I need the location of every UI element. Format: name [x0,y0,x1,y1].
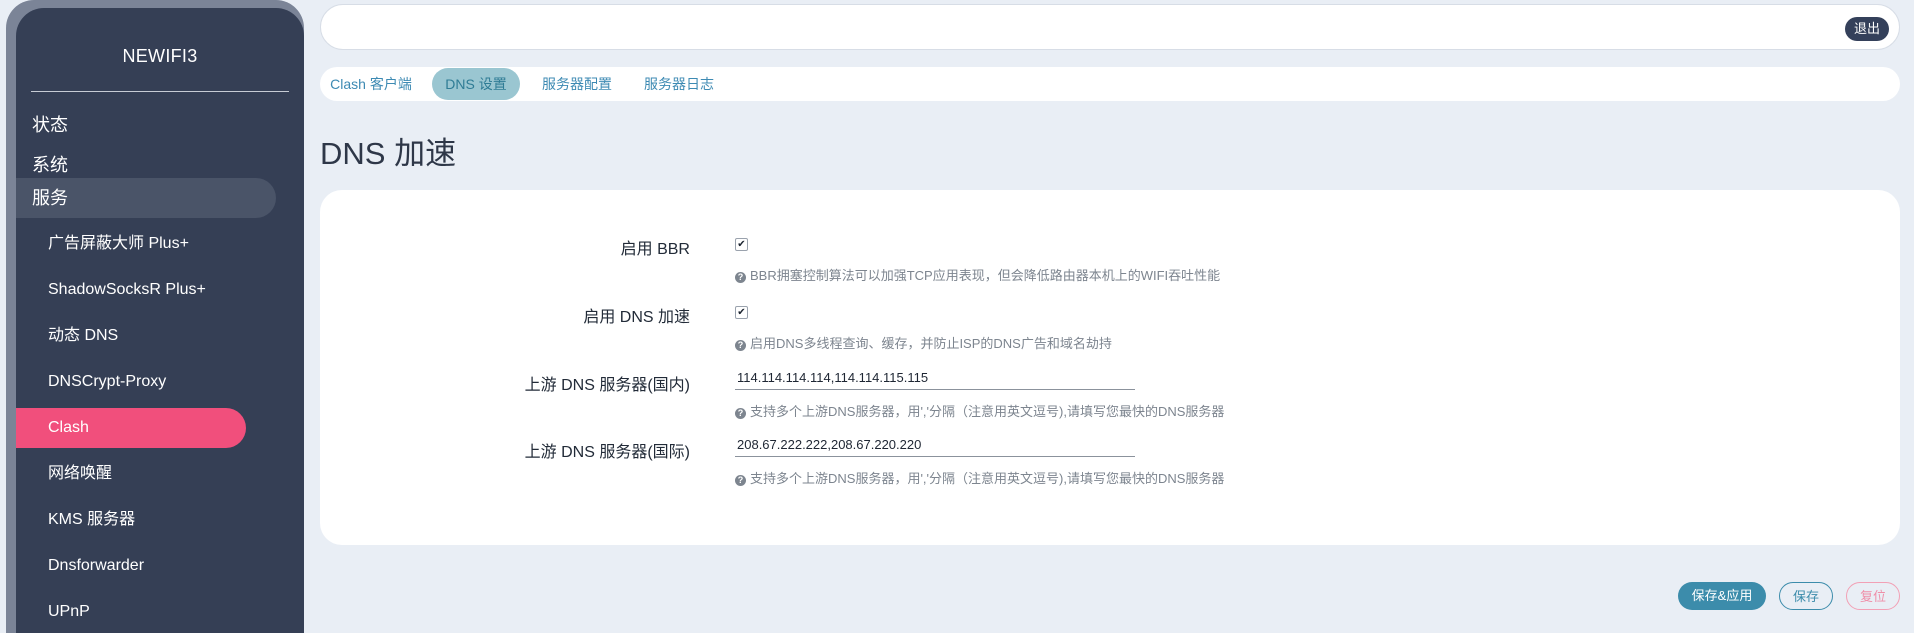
tab-server-config[interactable]: 服务器配置 [532,68,622,100]
sidebar: NEWIFI3 状态 系统 服务 广告屏蔽大师 Plus+ ShadowSock… [16,8,304,633]
tab-clash-client[interactable]: Clash 客户端 [322,68,420,100]
dns-accel-label: 启用 DNS 加速 [583,309,690,326]
logout-button[interactable]: 退出 [1844,17,1889,41]
settings-card: 启用 BBR ✔ ? BBR拥塞控制算法可以加强TCP应用表现，但会降低路由器本机… [320,190,1900,545]
sidebar-item-upnp[interactable]: UPnP [16,592,246,632]
sidebar-item-clash[interactable]: Clash [16,408,246,448]
save-button[interactable]: 保存 [1779,582,1833,610]
question-icon: ? [735,408,746,419]
sidebar-item-wol[interactable]: 网络唤醒 [16,454,246,494]
brand-divider [31,91,289,92]
top-header: 退出 [320,4,1900,50]
sidebar-item-dnsforwarder[interactable]: Dnsforwarder [16,546,246,586]
upstream-cn-label: 上游 DNS 服务器(国内) [524,377,690,394]
dns-accel-help: ? 启用DNS多线程查询、缓存，并防止ISP的DNS广告和域名劫持 [735,333,1112,352]
upstream-cn-help: ? 支持多个上游DNS服务器，用','分隔（注意用英文逗号),请填写您最快的DNS… [735,401,1224,420]
upstream-cn-help-text: 支持多个上游DNS服务器，用','分隔（注意用英文逗号),请填写您最快的DNS服… [750,404,1225,419]
sidebar-item-services[interactable]: 服务 [16,178,276,218]
page-title: DNS 加速 [320,136,457,171]
dns-accel-help-text: 启用DNS多线程查询、缓存，并防止ISP的DNS广告和域名劫持 [750,336,1112,351]
sidebar-item-status[interactable]: 状态 [16,105,276,145]
bbr-help-text: BBR拥塞控制算法可以加强TCP应用表现，但会降低路由器本机上的WIFI吞吐性能 [750,268,1221,283]
tab-dns-settings[interactable]: DNS 设置 [432,68,520,100]
sidebar-item-adbyby[interactable]: 广告屏蔽大师 Plus+ [16,224,246,264]
question-icon: ? [735,272,746,283]
sidebar-item-dnscrypt[interactable]: DNSCrypt-Proxy [16,362,246,402]
tab-bar: Clash 客户端 DNS 设置 服务器配置 服务器日志 [320,67,1900,101]
upstream-intl-help-text: 支持多个上游DNS服务器，用','分隔（注意用英文逗号),请填写您最快的DNS服… [750,471,1225,486]
question-icon: ? [735,475,746,486]
bbr-checkbox[interactable]: ✔ [735,238,748,251]
dns-accel-checkbox[interactable]: ✔ [735,306,748,319]
bbr-help: ? BBR拥塞控制算法可以加强TCP应用表现，但会降低路由器本机上的WIFI吞吐性… [735,265,1220,284]
sidebar-item-ssr[interactable]: ShadowSocksR Plus+ [16,270,246,310]
brand-title: NEWIFI3 [122,46,198,66]
upstream-intl-label: 上游 DNS 服务器(国际) [524,444,690,461]
reset-button[interactable]: 复位 [1846,582,1900,610]
sidebar-item-ddns[interactable]: 动态 DNS [16,316,246,356]
question-icon: ? [735,340,746,351]
sidebar-item-kms[interactable]: KMS 服务器 [16,500,246,540]
upstream-intl-help: ? 支持多个上游DNS服务器，用','分隔（注意用英文逗号),请填写您最快的DNS… [735,468,1224,487]
bbr-label: 启用 BBR [620,241,690,258]
app-root: NEWIFI3 状态 系统 服务 广告屏蔽大师 Plus+ ShadowSock… [0,0,1914,633]
upstream-intl-input[interactable] [735,433,1135,457]
save-apply-button[interactable]: 保存&应用 [1678,582,1766,610]
upstream-cn-input[interactable] [735,366,1135,390]
tab-server-log[interactable]: 服务器日志 [634,68,724,100]
